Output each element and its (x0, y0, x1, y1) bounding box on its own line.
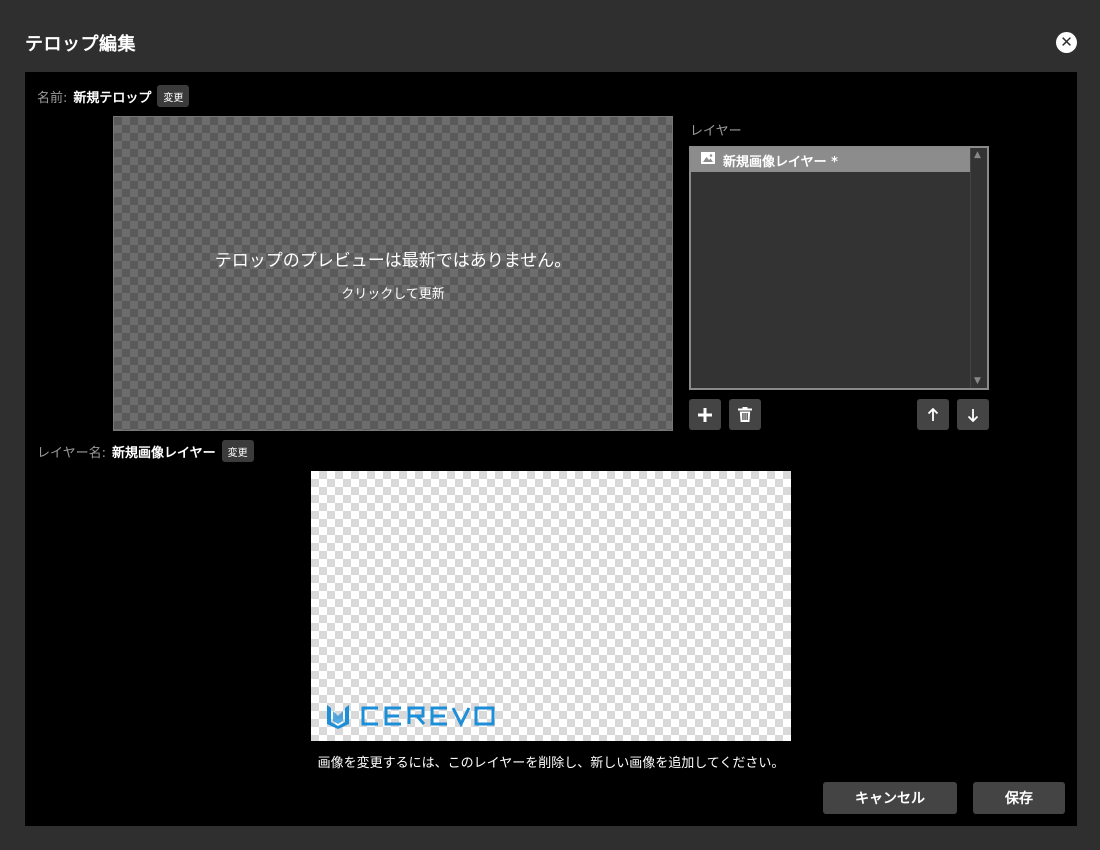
layer-item[interactable]: 新規画像レイヤー * (691, 148, 970, 172)
arrow-up-icon (927, 407, 939, 421)
layer-name-value: 新規画像レイヤー (112, 445, 216, 461)
trash-icon (738, 407, 752, 422)
close-icon: ✕ (1060, 33, 1073, 51)
save-button[interactable]: 保存 (973, 782, 1065, 814)
layers-heading: レイヤー (690, 124, 742, 139)
cancel-button[interactable]: キャンセル (823, 782, 957, 814)
scroll-up-icon[interactable]: ▲ (974, 150, 981, 160)
preview-outdated-message: テロップのプレビューは最新ではありません。 (214, 250, 572, 271)
layer-list-scrollbar[interactable]: ▲ ▼ (970, 148, 987, 388)
close-button[interactable]: ✕ (1056, 32, 1077, 53)
telop-name-label: 名前: (37, 90, 68, 106)
layer-list: 新規画像レイヤー * ▲ ▼ (689, 146, 989, 390)
delete-layer-button[interactable] (729, 399, 761, 430)
add-layer-button[interactable] (689, 399, 721, 430)
telop-name-value: 新規テロップ (73, 90, 152, 106)
move-layer-up-button[interactable] (917, 399, 949, 430)
telop-preview[interactable]: テロップのプレビューは最新ではありません。 クリックして更新 (113, 116, 673, 431)
image-change-note: 画像を変更するには、このレイヤーを削除し、新しい画像を追加してください。 (317, 756, 785, 771)
layer-name-change-button[interactable]: 変更 (221, 440, 254, 462)
layer-name-label: レイヤー名: (37, 445, 106, 461)
preview-refresh-link[interactable]: クリックして更新 (341, 283, 445, 302)
arrow-down-icon (967, 408, 979, 422)
cerevo-logo (325, 702, 501, 734)
telop-name-row: 名前: 新規テロップ 変更 (37, 85, 190, 107)
editor-panel: 名前: 新規テロップ 変更 テロップのプレビューは最新ではありません。 クリック… (25, 72, 1077, 826)
telop-name-change-button[interactable]: 変更 (157, 85, 190, 107)
layer-item-label: 新規画像レイヤー * (723, 154, 838, 170)
dialog-title: テロップ編集 (25, 34, 136, 55)
plus-icon (698, 407, 712, 422)
layer-name-row: レイヤー名: 新規画像レイヤー 変更 (37, 440, 254, 462)
move-layer-down-button[interactable] (957, 399, 989, 430)
image-icon (701, 152, 715, 168)
scroll-down-icon[interactable]: ▼ (974, 376, 981, 386)
layer-image-preview (311, 471, 791, 741)
